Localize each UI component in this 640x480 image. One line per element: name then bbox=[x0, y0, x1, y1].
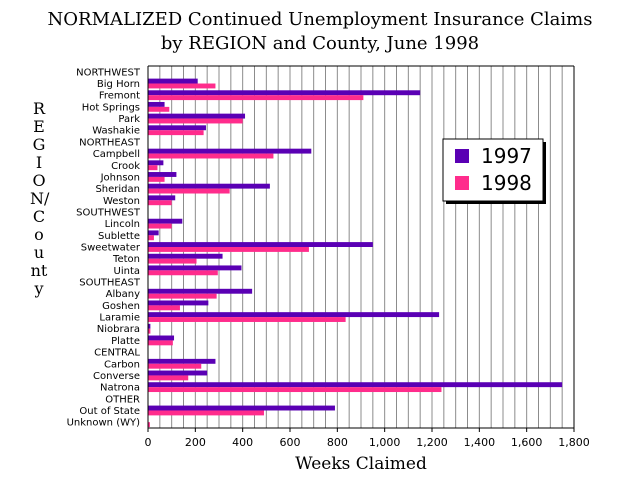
county-label: Sheridan bbox=[95, 184, 140, 195]
county-label: Crook bbox=[111, 161, 140, 172]
county-label: Washakie bbox=[92, 126, 140, 137]
county-label: Goshen bbox=[102, 301, 140, 312]
bar-chart: NORTHWESTBig HornFremontHot SpringsParkW… bbox=[67, 65, 590, 449]
county-label: Fremont bbox=[99, 91, 140, 102]
bar-1997 bbox=[148, 90, 421, 96]
legend-swatch-1998 bbox=[455, 176, 469, 190]
county-label: Hot Springs bbox=[82, 102, 140, 113]
county-label: Teton bbox=[112, 254, 140, 265]
county-label: Albany bbox=[106, 289, 140, 300]
county-label: Carbon bbox=[104, 359, 140, 370]
x-tick-label: 1,000 bbox=[369, 436, 401, 449]
county-label: Sublette bbox=[98, 231, 140, 242]
bar-1997 bbox=[148, 358, 216, 364]
bar-1997 bbox=[148, 335, 175, 341]
county-label: Unknown (WY) bbox=[67, 418, 140, 429]
bar-1998 bbox=[148, 293, 217, 299]
county-label: Lincoln bbox=[105, 219, 140, 230]
bar-1997 bbox=[148, 265, 242, 271]
bar-1998 bbox=[148, 153, 274, 159]
legend-label-1997: 1997 bbox=[481, 144, 532, 168]
bar-1998 bbox=[148, 95, 364, 101]
bar-1997 bbox=[148, 125, 206, 131]
legend-swatch-1997 bbox=[455, 149, 469, 163]
bar-1997 bbox=[148, 253, 223, 259]
region-label: SOUTHEAST bbox=[79, 278, 141, 289]
bar-1998 bbox=[148, 340, 173, 346]
bar-1997 bbox=[148, 183, 270, 189]
region-label: NORTHEAST bbox=[79, 137, 141, 148]
x-tick-label: 1,800 bbox=[558, 436, 590, 449]
bar-1998 bbox=[148, 363, 202, 369]
region-label: CENTRAL bbox=[94, 348, 140, 359]
bar-1998 bbox=[148, 247, 309, 252]
bar-1998 bbox=[148, 188, 230, 194]
bar-1997 bbox=[148, 382, 563, 388]
bar-1998 bbox=[148, 223, 172, 229]
x-tick-label: 1,600 bbox=[511, 436, 543, 449]
county-label: Weston bbox=[103, 196, 140, 207]
bar-1997 bbox=[148, 148, 312, 154]
county-label: Natrona bbox=[100, 383, 140, 394]
region-label: NORTHWEST bbox=[76, 67, 141, 78]
bar-1998 bbox=[148, 235, 154, 241]
x-tick-label: 200 bbox=[185, 436, 206, 449]
bar-1997 bbox=[148, 370, 208, 376]
county-label: Campbell bbox=[93, 149, 140, 160]
bar-1997 bbox=[148, 300, 209, 306]
bar-1997 bbox=[148, 160, 164, 166]
bar-1997 bbox=[148, 113, 246, 119]
chart-page: NORMALIZED Continued Unemployment Insura… bbox=[0, 0, 640, 480]
bar-1997 bbox=[148, 405, 335, 411]
bar-1997 bbox=[148, 195, 176, 201]
bar-1997 bbox=[148, 78, 198, 84]
county-label: Out of State bbox=[79, 406, 140, 417]
bar-1997 bbox=[148, 288, 253, 294]
x-axis-label: Weeks Claimed bbox=[295, 454, 427, 474]
bar-1998 bbox=[148, 165, 158, 171]
x-tick-label: 1,400 bbox=[464, 436, 496, 449]
x-tick-label: 0 bbox=[145, 436, 152, 449]
region-label: SOUTHWEST bbox=[76, 207, 141, 218]
legend-label-1998: 1998 bbox=[481, 171, 532, 195]
x-tick-label: 400 bbox=[232, 436, 253, 449]
bar-1998 bbox=[148, 176, 165, 182]
county-label: Niobrara bbox=[97, 324, 140, 335]
bar-1998 bbox=[148, 387, 442, 393]
bar-1997 bbox=[148, 242, 373, 247]
county-label: Uinta bbox=[114, 266, 140, 277]
county-label: Park bbox=[118, 114, 140, 125]
county-label: Big Horn bbox=[97, 79, 140, 90]
county-label: Johnson bbox=[100, 172, 140, 183]
bar-1998 bbox=[148, 83, 216, 89]
county-label: Laramie bbox=[99, 313, 140, 324]
bar-1998 bbox=[148, 258, 197, 264]
x-tick-label: 800 bbox=[327, 436, 348, 449]
bar-1998 bbox=[148, 305, 180, 311]
county-label: Sweetwater bbox=[81, 243, 141, 254]
bar-1998 bbox=[148, 410, 264, 416]
bar-1998 bbox=[148, 106, 170, 112]
region-label: OTHER bbox=[105, 394, 140, 405]
bar-1998 bbox=[148, 118, 243, 124]
county-label: Platte bbox=[111, 336, 140, 347]
bar-1998 bbox=[148, 317, 346, 322]
bar-1998 bbox=[148, 270, 218, 276]
bar-1997 bbox=[148, 218, 183, 224]
bar-1997 bbox=[148, 101, 165, 107]
bar-1998 bbox=[148, 375, 189, 381]
bar-1997 bbox=[148, 172, 177, 177]
bar-1998 bbox=[148, 200, 172, 206]
x-tick-label: 600 bbox=[280, 436, 301, 449]
x-tick-label: 1,200 bbox=[416, 436, 448, 449]
bar-1997 bbox=[148, 312, 440, 318]
bar-1998 bbox=[148, 130, 204, 136]
bar-1997 bbox=[148, 230, 159, 236]
county-label: Converse bbox=[93, 371, 140, 382]
